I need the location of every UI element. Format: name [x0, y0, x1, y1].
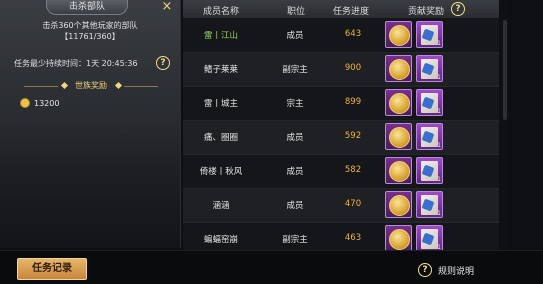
mission-min-duration: 任务最少持续时间：1天 20:45:36 — [14, 59, 138, 68]
header-reward: 贡献奖励 — [408, 7, 445, 17]
mission-description: 击杀360个其他玩家的部队 【11761/360】 — [10, 20, 170, 42]
coin-reward-icon[interactable] — [385, 225, 412, 250]
member-progress: 899 — [344, 97, 362, 107]
mission-tab[interactable]: 击杀部队 — [46, 0, 128, 15]
coin-reward-icon[interactable] — [385, 21, 412, 48]
coin-reward-icon[interactable] — [385, 89, 412, 116]
member-progress: 470 — [344, 199, 362, 209]
rules-label[interactable]: 规则说明 — [438, 264, 474, 277]
table-scrollbar[interactable] — [501, 0, 509, 250]
diamond-icon — [60, 81, 69, 90]
reward-help-icon[interactable]: ? — [451, 2, 465, 16]
panel-background-art — [0, 118, 180, 248]
table-row[interactable]: 雷丨江山 成员 643 1 — [183, 19, 499, 53]
member-position: 宗主 — [286, 99, 304, 109]
header-progress: 任务进度 — [333, 7, 370, 17]
coin-reward-icon[interactable] — [385, 55, 412, 82]
scroll-reward-icon[interactable]: 1 — [416, 225, 443, 250]
close-icon[interactable]: × — [160, 0, 174, 14]
member-progress: 900 — [344, 63, 362, 73]
coin-icon — [20, 98, 30, 108]
member-position: 成员 — [286, 201, 304, 211]
member-name: 雷丨城主 — [203, 99, 238, 109]
mission-description-line1: 击杀360个其他玩家的部队 — [42, 21, 138, 30]
member-progress: 592 — [344, 131, 362, 141]
mission-help-icon[interactable]: ? — [156, 56, 170, 70]
member-name: 涵涵 — [212, 201, 230, 211]
reward-section-header: 世族奖励 — [18, 80, 164, 92]
member-progress: 643 — [344, 29, 362, 39]
mission-description-line2: 【11761/360】 — [60, 32, 120, 41]
member-position: 成员 — [286, 31, 304, 41]
coin-reward-icon[interactable] — [385, 157, 412, 184]
member-position: 成员 — [286, 167, 304, 177]
scroll-reward-icon[interactable]: 1 — [416, 191, 443, 218]
coin-reward-icon[interactable] — [385, 123, 412, 150]
scroll-reward-icon[interactable]: 1 — [416, 21, 443, 48]
divider-right — [124, 86, 158, 87]
member-position: 副宗主 — [282, 65, 308, 75]
reward-amount: 13200 — [34, 98, 60, 108]
table-header: 成员名称 职位 任务进度 贡献奖励 ? — [183, 0, 499, 18]
member-position: 副宗主 — [282, 235, 308, 245]
member-progress: 582 — [344, 165, 362, 175]
member-name: 痛、圈圈 — [203, 133, 238, 143]
scroll-reward-icon[interactable]: 1 — [416, 89, 443, 116]
member-name: 倚楼丨秋风 — [199, 167, 243, 177]
table-row[interactable]: 痛、圈圈 成员 592 1 — [183, 121, 499, 155]
rules-link[interactable]: ? 规则说明 — [418, 263, 474, 277]
member-progress: 463 — [344, 233, 362, 243]
diamond-icon — [114, 81, 123, 90]
table-row[interactable]: 蝙蝠窑崩 副宗主 463 1 — [183, 223, 499, 250]
member-name: 鳍子莱莱 — [203, 65, 238, 75]
member-position: 成员 — [286, 133, 304, 143]
table-row[interactable]: 鳍子莱莱 副宗主 900 1 — [183, 53, 499, 87]
divider-left — [24, 86, 58, 87]
scroll-reward-icon[interactable]: 1 — [416, 157, 443, 184]
reward-item: 13200 — [20, 98, 59, 108]
rules-help-icon[interactable]: ? — [418, 263, 432, 277]
reward-section-title: 世族奖励 — [75, 81, 107, 90]
task-record-button[interactable]: 任务记录 — [17, 258, 87, 280]
scroll-reward-icon[interactable]: 1 — [416, 123, 443, 150]
scroll-reward-icon[interactable]: 1 — [416, 55, 443, 82]
member-table: 成员名称 职位 任务进度 贡献奖励 ? 雷丨江山 成员 643 1 鳍子莱莱 副… — [183, 0, 499, 250]
member-name: 雷丨江山 — [203, 31, 238, 41]
member-name: 蝙蝠窑崩 — [203, 235, 238, 245]
bottom-bar: 任务记录 ? 规则说明 — [0, 250, 543, 284]
mission-panel: 击杀部队 × 击杀360个其他玩家的部队 【11761/360】 任务最少持续时… — [0, 0, 181, 248]
scrollbar-thumb[interactable] — [503, 20, 507, 120]
header-position: 职位 — [287, 7, 306, 17]
table-row[interactable]: 雷丨城主 宗主 899 1 — [183, 87, 499, 121]
table-row[interactable]: 涵涵 成员 470 1 — [183, 189, 499, 223]
table-row[interactable]: 倚楼丨秋风 成员 582 1 — [183, 155, 499, 189]
coin-reward-icon[interactable] — [385, 191, 412, 218]
header-name: 成员名称 — [203, 7, 240, 17]
